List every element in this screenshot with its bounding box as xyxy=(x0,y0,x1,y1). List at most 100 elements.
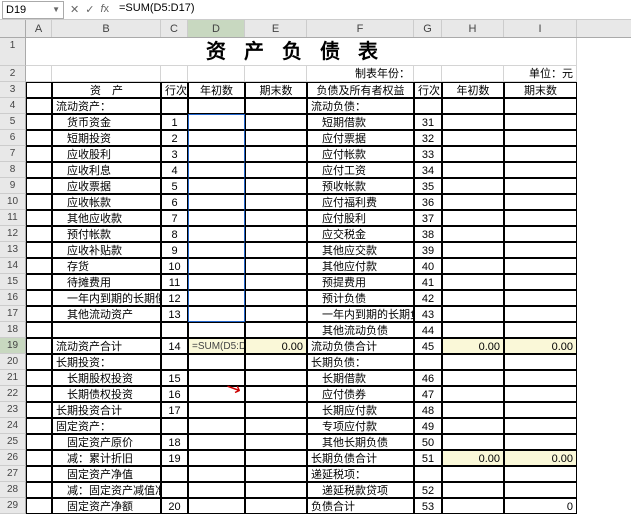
cell[interactable]: 19 xyxy=(161,450,188,466)
cell[interactable] xyxy=(442,434,504,450)
cell[interactable]: 应付工资 xyxy=(307,162,414,178)
cell[interactable]: 短期借款 xyxy=(307,114,414,130)
cell[interactable]: 应收补贴款 xyxy=(52,242,161,258)
cell[interactable] xyxy=(414,66,442,82)
cell[interactable]: 5 xyxy=(161,178,188,194)
cell[interactable] xyxy=(188,482,245,498)
cell[interactable]: 预付帐款 xyxy=(52,226,161,242)
row-header[interactable]: 18 xyxy=(0,322,26,338)
cell[interactable] xyxy=(188,434,245,450)
cell[interactable] xyxy=(245,146,307,162)
cell[interactable] xyxy=(188,402,245,418)
cell[interactable] xyxy=(504,98,577,114)
row-header[interactable]: 25 xyxy=(0,434,26,450)
cell[interactable] xyxy=(245,354,307,370)
cell[interactable] xyxy=(188,386,245,402)
cell[interactable] xyxy=(245,66,307,82)
row-header[interactable]: 12 xyxy=(0,226,26,242)
cell[interactable]: 40 xyxy=(414,258,442,274)
cell[interactable] xyxy=(504,146,577,162)
cell[interactable]: 0.00 xyxy=(442,338,504,354)
cell[interactable]: 1 xyxy=(161,114,188,130)
row-header[interactable]: 13 xyxy=(0,242,26,258)
cell[interactable]: 应收票据 xyxy=(52,178,161,194)
cell[interactable]: 2 xyxy=(161,130,188,146)
cell[interactable]: 31 xyxy=(414,114,442,130)
cell[interactable]: 应付票据 xyxy=(307,130,414,146)
formula-input[interactable]: =SUM(D5:D17) xyxy=(115,1,629,19)
cell[interactable]: 应付福利费 xyxy=(307,194,414,210)
cell[interactable] xyxy=(245,242,307,258)
cell[interactable]: 其他应收款 xyxy=(52,210,161,226)
cell[interactable]: 应交税金 xyxy=(307,226,414,242)
cell[interactable]: 固定资产净值 xyxy=(52,466,161,482)
cell[interactable] xyxy=(442,146,504,162)
cell[interactable] xyxy=(26,402,52,418)
row-header[interactable]: 16 xyxy=(0,290,26,306)
cell[interactable]: 42 xyxy=(414,290,442,306)
cell[interactable]: 53 xyxy=(414,498,442,514)
cell[interactable]: 年初数 xyxy=(442,82,504,98)
cell[interactable]: 预计负债 xyxy=(307,290,414,306)
cell[interactable] xyxy=(504,162,577,178)
cell[interactable]: 年初数 xyxy=(188,82,245,98)
cell[interactable]: 存货 xyxy=(52,258,161,274)
cell[interactable]: 18 xyxy=(161,434,188,450)
cell[interactable] xyxy=(442,386,504,402)
cell[interactable]: 3 xyxy=(161,146,188,162)
col-header[interactable]: D xyxy=(188,20,245,37)
cell[interactable] xyxy=(414,98,442,114)
cell[interactable]: 短期投资 xyxy=(52,130,161,146)
row-header[interactable]: 21 xyxy=(0,370,26,386)
row-header[interactable]: 14 xyxy=(0,258,26,274)
cell[interactable] xyxy=(188,98,245,114)
cell[interactable] xyxy=(442,226,504,242)
cell[interactable] xyxy=(26,482,52,498)
cell[interactable] xyxy=(504,274,577,290)
cell[interactable] xyxy=(188,242,245,258)
cell[interactable] xyxy=(188,290,245,306)
cell[interactable]: 34 xyxy=(414,162,442,178)
cell[interactable] xyxy=(26,370,52,386)
cell[interactable] xyxy=(26,338,52,354)
cell[interactable] xyxy=(504,386,577,402)
cell[interactable] xyxy=(26,258,52,274)
cell[interactable] xyxy=(245,162,307,178)
row-header[interactable]: 23 xyxy=(0,402,26,418)
cell[interactable]: 48 xyxy=(414,402,442,418)
cell[interactable] xyxy=(442,130,504,146)
cell[interactable] xyxy=(504,322,577,338)
cell[interactable]: 长期借款 xyxy=(307,370,414,386)
cell[interactable] xyxy=(26,306,52,322)
cell[interactable]: 33 xyxy=(414,146,442,162)
cell[interactable] xyxy=(442,194,504,210)
cell[interactable] xyxy=(504,418,577,434)
cell[interactable] xyxy=(504,370,577,386)
cell[interactable] xyxy=(504,290,577,306)
cell[interactable]: 制表年份： xyxy=(307,66,414,82)
cell[interactable] xyxy=(504,210,577,226)
cell[interactable] xyxy=(26,242,52,258)
cell[interactable] xyxy=(245,482,307,498)
cell[interactable] xyxy=(26,418,52,434)
cell[interactable] xyxy=(245,274,307,290)
cell[interactable]: =SUM(D5:D17) xyxy=(188,338,245,354)
cell[interactable] xyxy=(26,354,52,370)
cell[interactable] xyxy=(245,418,307,434)
cell[interactable] xyxy=(504,226,577,242)
cell[interactable]: 负债合计 xyxy=(307,498,414,514)
cell[interactable]: 流动负债合计 xyxy=(307,338,414,354)
cell[interactable]: 货币资金 xyxy=(52,114,161,130)
cell[interactable] xyxy=(188,66,245,82)
cell[interactable] xyxy=(188,194,245,210)
cell[interactable] xyxy=(504,130,577,146)
cell[interactable]: 长期投资合计 xyxy=(52,402,161,418)
cell[interactable]: 49 xyxy=(414,418,442,434)
cell[interactable] xyxy=(52,322,161,338)
cell[interactable] xyxy=(188,322,245,338)
cell[interactable]: 0.00 xyxy=(504,338,577,354)
row-header[interactable]: 20 xyxy=(0,354,26,370)
cell[interactable] xyxy=(188,370,245,386)
cell[interactable] xyxy=(504,178,577,194)
cell[interactable] xyxy=(26,386,52,402)
